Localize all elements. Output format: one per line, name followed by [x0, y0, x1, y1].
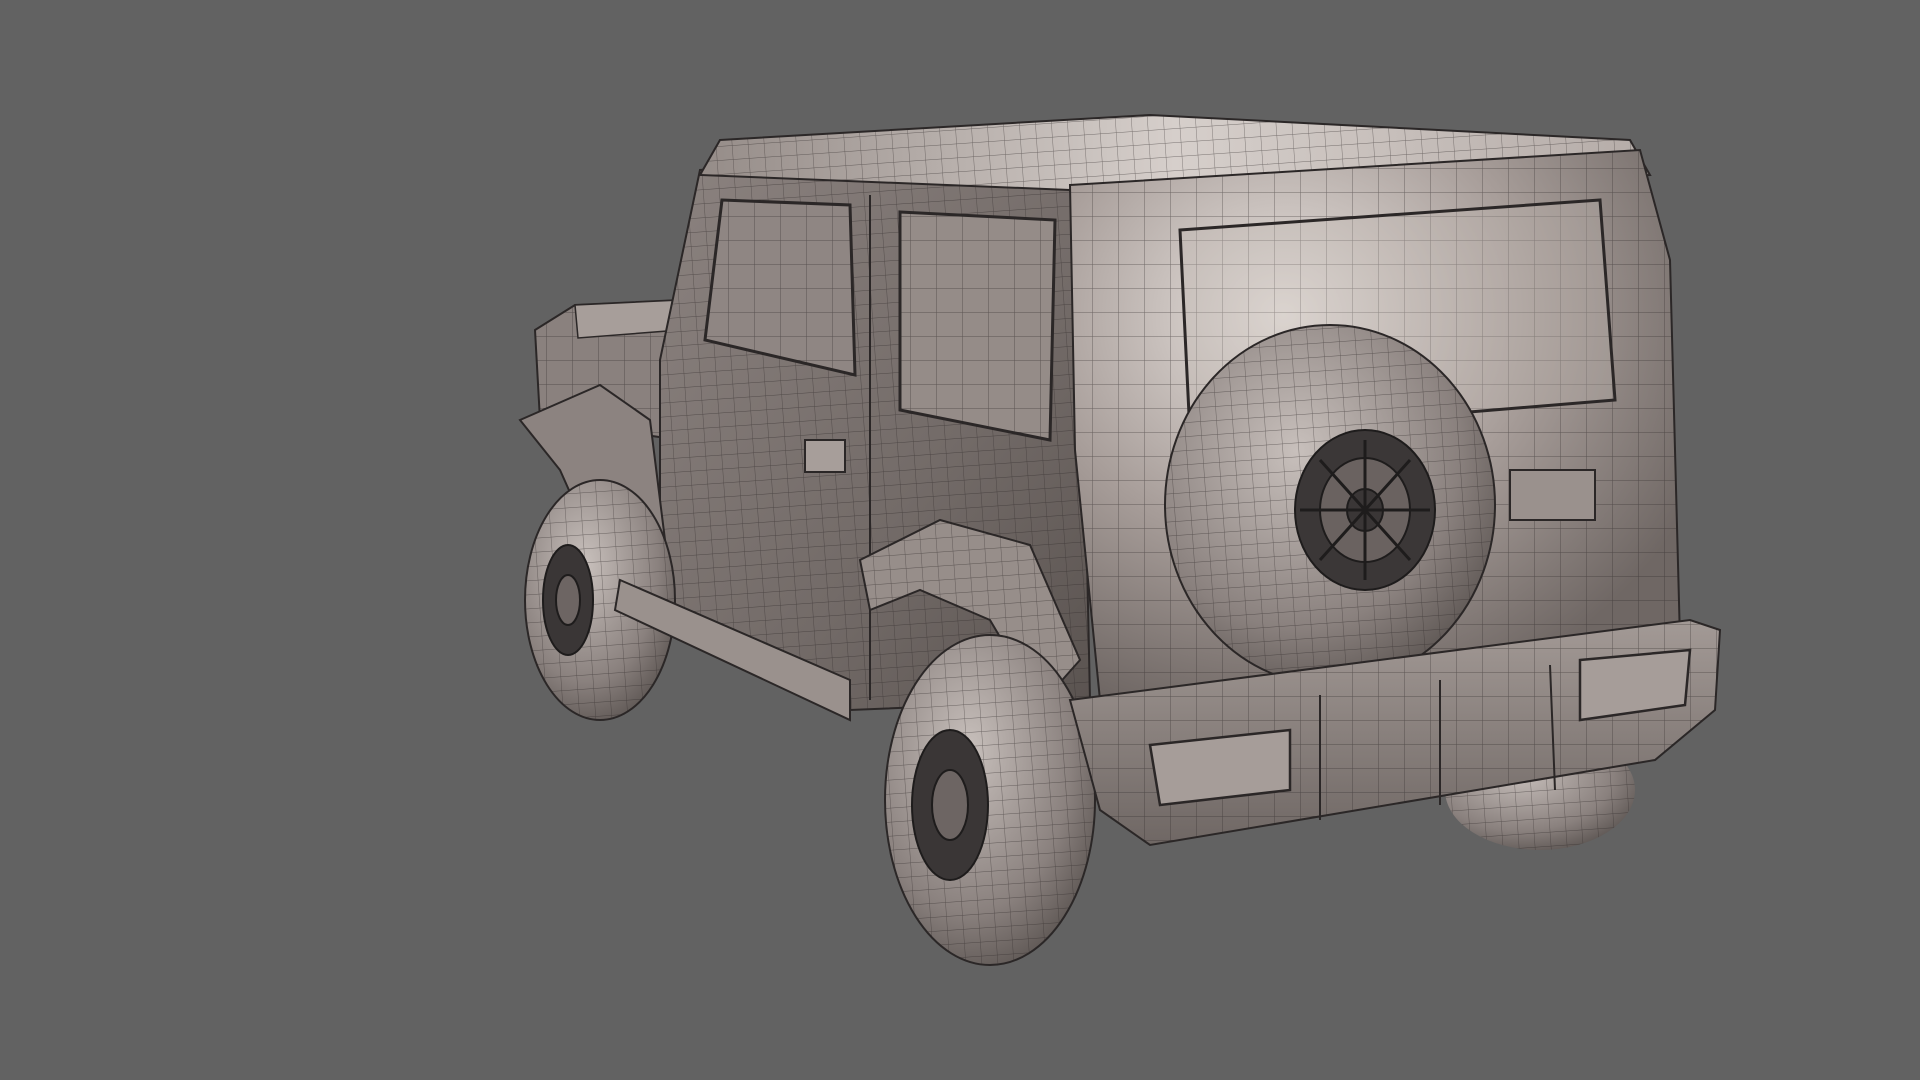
3d-viewport[interactable]: [0, 0, 1920, 1080]
spare-tire: [1164, 324, 1496, 686]
front-left-wheel: [518, 383, 676, 721]
rear-left-wheel: [884, 634, 1096, 966]
render-canvas: [0, 0, 1920, 1080]
